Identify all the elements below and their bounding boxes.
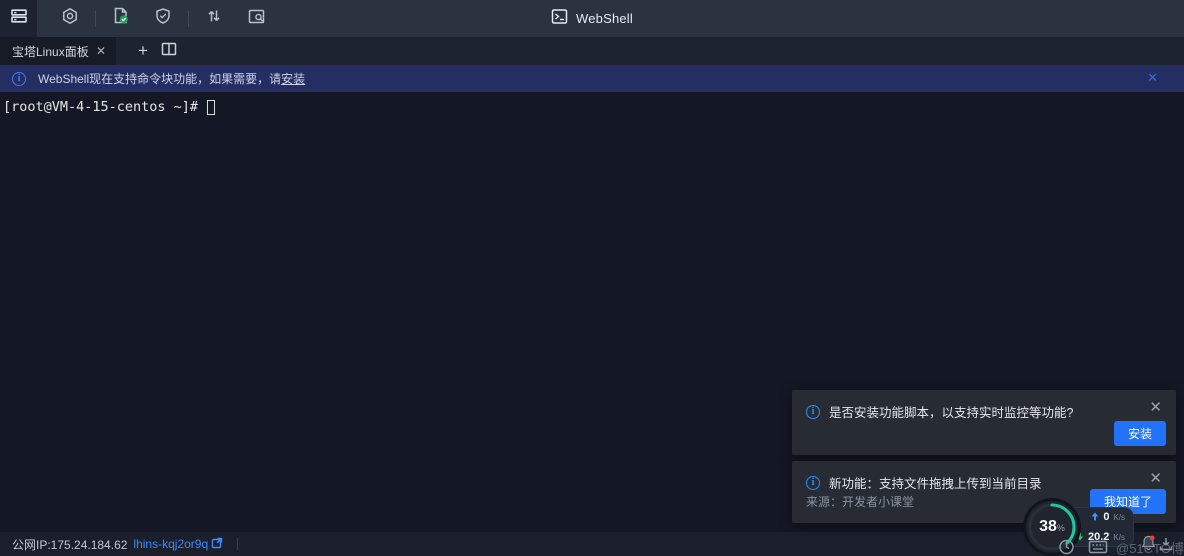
external-link-icon — [211, 537, 223, 552]
sort-arrows-icon — [205, 7, 223, 30]
toast-message: 新功能：支持文件拖拽上传到当前目录 — [829, 473, 1042, 492]
security-button[interactable] — [148, 4, 178, 34]
tab-bar: 宝塔Linux面板-sSj2 ✕ + — [0, 37, 1184, 65]
terminal-icon — [551, 8, 568, 30]
settings-button[interactable] — [55, 4, 85, 34]
toast-header: i 新功能：支持文件拖拽上传到当前目录 — [792, 461, 1176, 492]
status-bar: 公网IP:175.24.184.62 lhins-kqj2or9q — [0, 532, 1184, 556]
tab-label: 宝塔Linux面板-sSj2 — [12, 43, 89, 60]
notice-text: WebShell现在支持命令块功能，如果需要，请安装 — [38, 70, 305, 87]
toolbar-separator — [95, 11, 96, 27]
terminal-prompt-line: [root@VM-4-15-centos ~]# — [3, 99, 215, 115]
toast-header: i 是否安装功能脚本，以支持实时监控等功能? — [792, 390, 1176, 421]
sort-button[interactable] — [199, 4, 229, 34]
toast-source: 来源：开发者小课堂 — [806, 493, 914, 510]
file-check-icon — [111, 6, 131, 31]
terminal-cursor — [207, 100, 215, 115]
keyboard-icon[interactable] — [1088, 538, 1108, 556]
install-button[interactable]: 安装 — [1114, 421, 1166, 446]
server-list-icon — [10, 7, 28, 30]
server-list-button[interactable] — [0, 0, 37, 37]
split-view-button[interactable] — [156, 37, 182, 65]
toolbar-icon-group — [0, 0, 277, 37]
tab-baota-panel[interactable]: 宝塔Linux面板-sSj2 ✕ — [0, 37, 116, 65]
close-icon[interactable]: ✕ — [1149, 400, 1162, 415]
bell-icon — [1140, 534, 1157, 556]
split-view-icon — [161, 41, 177, 62]
upload-unit: K/s — [1113, 513, 1125, 522]
notice-close-icon[interactable]: ✕ — [1147, 71, 1158, 84]
terminal-prompt: [root@VM-4-15-centos ~]# — [3, 99, 206, 115]
window-title: WebShell — [576, 11, 633, 26]
webshell-window: WebShell 宝塔Linux面板-sSj2 ✕ + i WebShell现在… — [0, 0, 1184, 556]
download-icon — [1158, 536, 1174, 556]
add-tab-button[interactable]: + — [130, 37, 156, 65]
toast-install-script: i 是否安装功能脚本，以支持实时监控等功能? ✕ 安装 — [792, 390, 1176, 455]
window-search-icon — [247, 7, 266, 31]
tab-close-icon[interactable]: ✕ — [96, 45, 106, 57]
history-icon[interactable] — [1058, 538, 1075, 556]
security-shield-icon — [154, 7, 172, 30]
status-separator — [237, 538, 238, 550]
toolbar-separator — [188, 11, 189, 27]
notice-bar: i WebShell现在支持命令块功能，如果需要，请安装 ✕ — [0, 65, 1184, 92]
settings-gear-icon — [61, 7, 79, 30]
install-link[interactable]: 安装 — [281, 72, 305, 86]
upload-value: 0 — [1103, 511, 1109, 523]
window-search-button[interactable] — [241, 4, 271, 34]
info-icon: i — [12, 72, 26, 86]
info-icon: i — [806, 405, 820, 419]
upload-arrow-icon — [1091, 508, 1099, 526]
top-toolbar: WebShell — [0, 0, 1184, 37]
cpu-percent-label: 38% — [1039, 518, 1065, 536]
instance-link[interactable]: lhins-kqj2or9q — [133, 537, 223, 552]
toast-message: 是否安装功能脚本，以支持实时监控等功能? — [829, 402, 1073, 421]
corner-icon-row — [1058, 538, 1108, 556]
file-check-button[interactable] — [106, 4, 136, 34]
upload-speed-row: 0 K/s — [1079, 508, 1125, 526]
close-icon[interactable]: ✕ — [1149, 471, 1162, 486]
info-icon: i — [806, 476, 820, 490]
public-ip-label: 公网IP:175.24.184.62 — [12, 536, 127, 553]
